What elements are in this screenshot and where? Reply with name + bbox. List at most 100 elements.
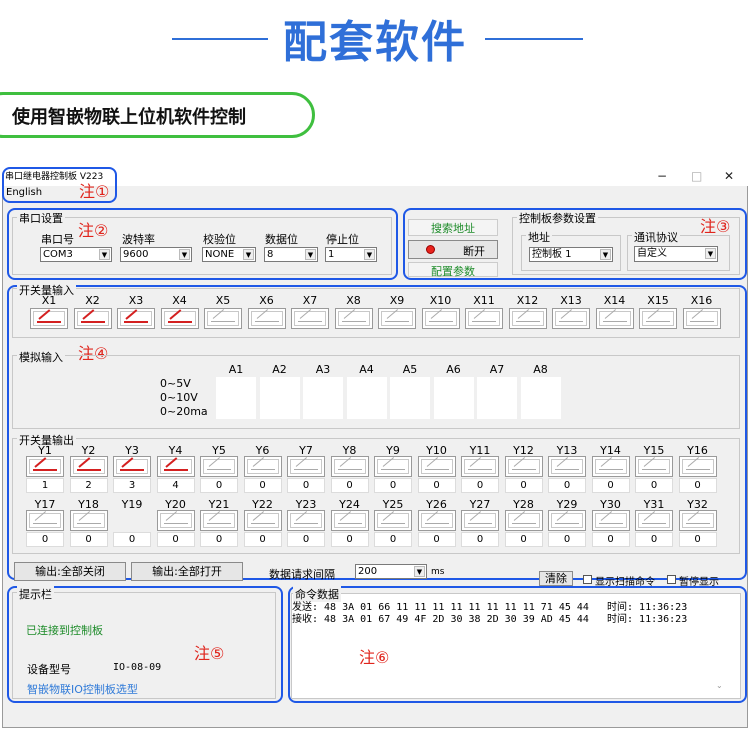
scroll-down-icon[interactable]: ⌄ bbox=[716, 681, 723, 690]
input-switch[interactable] bbox=[204, 308, 242, 329]
output-count: 0 bbox=[548, 532, 586, 547]
output-switch[interactable] bbox=[591, 510, 630, 531]
input-switch[interactable] bbox=[508, 308, 547, 329]
output-switch[interactable] bbox=[156, 456, 195, 477]
chevron-down-icon: ▼ bbox=[364, 249, 375, 260]
switch-frame bbox=[638, 459, 670, 474]
output-switch[interactable] bbox=[330, 456, 369, 477]
input-switch[interactable] bbox=[552, 308, 590, 329]
databits-select[interactable]: 8 ▼ bbox=[264, 247, 318, 262]
input-switch[interactable] bbox=[595, 308, 634, 329]
all-off-button[interactable]: 输出:全部关闭 bbox=[14, 562, 126, 581]
output-count: 0 bbox=[26, 532, 64, 547]
input-switch[interactable] bbox=[682, 308, 721, 329]
output-switch[interactable] bbox=[417, 456, 456, 477]
connection-status: 已连接到控制板 bbox=[26, 624, 103, 637]
output-switch[interactable] bbox=[504, 456, 543, 477]
output-switch[interactable] bbox=[374, 510, 412, 531]
switch-line-icon bbox=[642, 469, 666, 470]
output-switch[interactable] bbox=[461, 510, 499, 531]
output-switch[interactable] bbox=[504, 510, 543, 531]
output-switch[interactable] bbox=[69, 510, 108, 531]
switch-frame bbox=[203, 459, 235, 474]
switch-line-icon bbox=[341, 321, 366, 322]
input-switch[interactable] bbox=[465, 308, 503, 329]
parity-select[interactable]: NONE ▼ bbox=[202, 247, 256, 262]
output-switch[interactable] bbox=[113, 456, 151, 477]
switch-line-icon bbox=[294, 523, 318, 524]
interval-label: 数据请求间隔 bbox=[269, 568, 335, 581]
switch-line-icon bbox=[163, 469, 188, 471]
switch-frame bbox=[159, 513, 192, 528]
search-address-button[interactable]: 搜索地址 bbox=[408, 219, 498, 236]
close-icon[interactable]: ✕ bbox=[724, 169, 734, 183]
clear-button[interactable]: 清除 bbox=[539, 571, 573, 586]
baud-label: 波特率 bbox=[122, 233, 155, 246]
switch-frame bbox=[551, 513, 583, 528]
port-select[interactable]: COM3 ▼ bbox=[40, 247, 112, 262]
analog-cell bbox=[520, 405, 561, 419]
output-switch[interactable] bbox=[200, 456, 238, 477]
output-switch[interactable] bbox=[461, 456, 499, 477]
output-switch[interactable] bbox=[374, 456, 412, 477]
output-switch[interactable] bbox=[287, 510, 325, 531]
output-switch[interactable] bbox=[243, 456, 282, 477]
switch-line-icon bbox=[33, 523, 57, 524]
config-params-button[interactable]: 配置参数 bbox=[408, 262, 498, 278]
analog-column-label: A8 bbox=[533, 363, 548, 376]
input-switch[interactable] bbox=[73, 308, 112, 329]
input-channel-label: X14 bbox=[603, 294, 626, 307]
input-switch[interactable] bbox=[378, 308, 416, 329]
switch-line-icon bbox=[385, 321, 409, 322]
input-switch[interactable] bbox=[30, 308, 68, 329]
input-switch[interactable] bbox=[247, 308, 286, 329]
output-switch[interactable] bbox=[200, 510, 238, 531]
disconnect-button[interactable]: 断开 bbox=[408, 240, 498, 259]
minimize-icon[interactable]: − bbox=[657, 169, 667, 183]
input-switch[interactable] bbox=[334, 308, 373, 329]
input-switch[interactable] bbox=[639, 308, 677, 329]
input-channel-label: X15 bbox=[647, 294, 669, 307]
output-switch[interactable] bbox=[591, 456, 630, 477]
output-switch[interactable] bbox=[287, 456, 325, 477]
all-on-button[interactable]: 输出:全部打开 bbox=[131, 562, 243, 581]
banner-title: 配套软件 bbox=[283, 17, 467, 68]
model-value: IO-08-09 bbox=[113, 662, 162, 673]
input-switch[interactable] bbox=[421, 308, 460, 329]
show-scan-checkbox[interactable] bbox=[583, 575, 592, 584]
output-switch[interactable] bbox=[26, 510, 64, 531]
input-channel-label: X13 bbox=[560, 294, 582, 307]
input-switch[interactable] bbox=[291, 308, 329, 329]
protocol-select[interactable]: 自定义 ▼ bbox=[634, 246, 718, 262]
output-switch[interactable] bbox=[635, 510, 673, 531]
output-switch[interactable] bbox=[678, 510, 717, 531]
output-switch[interactable] bbox=[243, 510, 282, 531]
switch-frame bbox=[594, 459, 627, 474]
output-switch[interactable] bbox=[330, 510, 369, 531]
output-switch[interactable] bbox=[156, 510, 195, 531]
maximize-icon[interactable]: □ bbox=[691, 169, 702, 183]
switch-frame bbox=[294, 311, 326, 326]
output-switch[interactable] bbox=[635, 456, 673, 477]
output-count: 0 bbox=[156, 532, 195, 547]
output-count: 0 bbox=[113, 532, 151, 547]
output-switch[interactable] bbox=[417, 510, 456, 531]
interval-select[interactable]: 200 ▼ bbox=[355, 564, 427, 579]
switch-line-icon bbox=[76, 523, 101, 524]
output-switch[interactable] bbox=[678, 456, 717, 477]
input-switch[interactable] bbox=[117, 308, 155, 329]
pause-checkbox[interactable] bbox=[667, 575, 676, 584]
selection-link[interactable]: 智嵌物联IO控制板选型 bbox=[27, 681, 138, 697]
stopbits-select[interactable]: 1 ▼ bbox=[325, 247, 377, 262]
switch-frame bbox=[551, 459, 583, 474]
switch-frame bbox=[555, 311, 587, 326]
output-switch[interactable] bbox=[26, 456, 64, 477]
address-select[interactable]: 控制板 1 ▼ bbox=[529, 247, 613, 262]
output-switch[interactable] bbox=[548, 456, 586, 477]
output-switch[interactable] bbox=[69, 456, 108, 477]
switch-frame bbox=[511, 311, 544, 326]
switch-line-icon bbox=[559, 321, 583, 322]
baud-select[interactable]: 9600 ▼ bbox=[120, 247, 192, 262]
output-switch[interactable] bbox=[548, 510, 586, 531]
input-switch[interactable] bbox=[160, 308, 199, 329]
